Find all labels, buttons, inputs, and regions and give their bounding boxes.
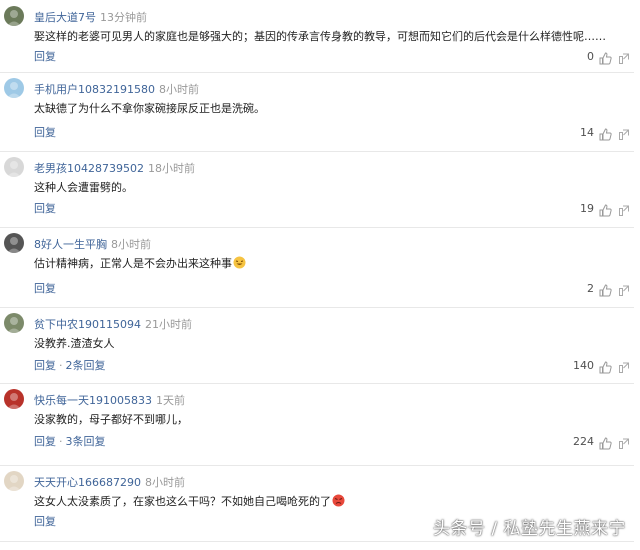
- comment-text: 估计精神病，正常人是不会办出来这种事: [34, 256, 246, 272]
- reply-button[interactable]: 回复: [34, 435, 56, 448]
- laughing-emoji-icon: [233, 256, 246, 269]
- avatar[interactable]: [4, 6, 24, 26]
- timestamp: 13分钟前: [100, 11, 147, 24]
- thumbs-up-icon[interactable]: [599, 202, 612, 217]
- comment-item: 8好人一生平胸 8小时前估计精神病，正常人是不会办出来这种事 回复 2: [0, 227, 634, 308]
- reply-button[interactable]: 回复: [34, 282, 56, 295]
- thumbs-up-icon[interactable]: [599, 282, 612, 297]
- comment-header: 8好人一生平胸 8小时前: [34, 233, 151, 253]
- comment-text-content: 娶这样的老婆可见男人的家庭也是够强大的；基因的传承言传身教的教导，可想而知它们的…: [34, 30, 606, 43]
- reply-button[interactable]: 回复: [34, 126, 56, 139]
- comment-text: 没教养.渣渣女人: [34, 336, 115, 352]
- timestamp: 8小时前: [145, 476, 185, 489]
- username-link[interactable]: 贫下中农190115094: [34, 318, 141, 331]
- timestamp: 21小时前: [145, 318, 192, 331]
- watermark: 头条号 / 私塾先生燕来宁: [432, 519, 626, 539]
- comment-actions: 回复 · 3条回复: [34, 434, 106, 450]
- avatar[interactable]: [4, 389, 24, 409]
- comment-actions: 回复: [34, 201, 56, 217]
- username-link[interactable]: 快乐每一天191005833: [34, 394, 152, 407]
- comment-text-content: 这种人会遭雷劈的。: [34, 181, 133, 194]
- reply-button[interactable]: 回复: [34, 515, 56, 528]
- comment-item: 手机用户10832191580 8小时前太缺德了为什么不拿你家碗接尿反正也是洗碗。…: [0, 72, 634, 152]
- reply-button[interactable]: 回复: [34, 50, 56, 63]
- timestamp: 8小时前: [111, 238, 151, 251]
- share-icon[interactable]: [618, 50, 630, 64]
- comment-item: 老男孩10428739502 18小时前这种人会遭雷劈的。 回复 19: [0, 151, 634, 228]
- avatar[interactable]: [4, 78, 24, 98]
- reply-button[interactable]: 回复: [34, 202, 56, 215]
- like-count: 140: [573, 359, 594, 372]
- avatar[interactable]: [4, 233, 24, 253]
- comment-header: 手机用户10832191580 8小时前: [34, 78, 199, 98]
- comment-header: 皇后大道7号 13分钟前: [34, 6, 147, 26]
- comment-item: 贫下中农190115094 21小时前没教养.渣渣女人 回复 · 2条回复 140: [0, 307, 634, 384]
- comment-text: 没家教的，母子都好不到哪儿，: [34, 412, 188, 428]
- avatar[interactable]: [4, 313, 24, 333]
- share-icon[interactable]: [618, 435, 630, 449]
- comment-actions: 回复: [34, 514, 56, 530]
- thumbs-up-icon[interactable]: [599, 126, 612, 141]
- username-link[interactable]: 手机用户10832191580: [34, 83, 155, 96]
- replies-count-link[interactable]: 2条回复: [66, 359, 106, 372]
- thumbs-up-icon[interactable]: [599, 435, 612, 450]
- share-icon[interactable]: [618, 282, 630, 296]
- like-count: 14: [580, 126, 594, 139]
- like-count: 0: [587, 50, 594, 63]
- thumbs-up-icon[interactable]: [599, 50, 612, 65]
- reply-button[interactable]: 回复: [34, 359, 56, 372]
- like-count: 224: [573, 435, 594, 448]
- avatar[interactable]: [4, 157, 24, 177]
- comment-header: 快乐每一天191005833 1天前: [34, 389, 185, 409]
- thumbs-up-icon[interactable]: [599, 359, 612, 374]
- share-icon[interactable]: [618, 202, 630, 216]
- comment-actions: 回复: [34, 125, 56, 141]
- username-link[interactable]: 天天开心166687290: [34, 476, 141, 489]
- share-icon[interactable]: [618, 126, 630, 140]
- comment-header: 贫下中农190115094 21小时前: [34, 313, 192, 333]
- comment-text: 娶这样的老婆可见男人的家庭也是够强大的；基因的传承言传身教的教导，可想而知它们的…: [34, 29, 606, 45]
- comment-text-content: 没家教的，母子都好不到哪儿，: [34, 413, 188, 426]
- comment-text-content: 这女人太没素质了，在家也这么干吗？不如她自己喝呛死的了: [34, 495, 331, 508]
- comment-header: 天天开心166687290 8小时前: [34, 471, 185, 491]
- avatar[interactable]: [4, 471, 24, 491]
- comment-text: 这种人会遭雷劈的。: [34, 180, 133, 196]
- separator: ·: [59, 435, 63, 448]
- username-link[interactable]: 老男孩10428739502: [34, 162, 144, 175]
- angry-emoji-icon: [332, 494, 345, 507]
- username-link[interactable]: 皇后大道7号: [34, 11, 96, 24]
- replies-count-link[interactable]: 3条回复: [66, 435, 106, 448]
- comment-actions: 回复 · 2条回复: [34, 358, 106, 374]
- timestamp: 1天前: [156, 394, 185, 407]
- timestamp: 18小时前: [147, 162, 195, 175]
- comment-text: 太缺德了为什么不拿你家碗接尿反正也是洗碗。: [34, 101, 265, 117]
- like-count: 2: [587, 282, 594, 295]
- comment-actions: 回复: [34, 49, 56, 65]
- comment-text-content: 没教养.渣渣女人: [34, 337, 115, 350]
- comment-actions: 回复: [34, 281, 56, 297]
- comment-text: 这女人太没素质了，在家也这么干吗？不如她自己喝呛死的了: [34, 494, 345, 510]
- timestamp: 8小时前: [158, 83, 199, 96]
- share-icon[interactable]: [618, 359, 630, 373]
- separator: ·: [59, 359, 63, 372]
- comment-item: 皇后大道7号 13分钟前娶这样的老婆可见男人的家庭也是够强大的；基因的传承言传身教…: [0, 0, 634, 73]
- username-link[interactable]: 8好人一生平胸: [34, 238, 107, 251]
- comment-text-content: 太缺德了为什么不拿你家碗接尿反正也是洗碗。: [34, 102, 265, 115]
- comment-item: 快乐每一天191005833 1天前没家教的，母子都好不到哪儿， 回复 · 3条回复 22…: [0, 383, 634, 466]
- comment-text-content: 估计精神病，正常人是不会办出来这种事: [34, 257, 232, 270]
- like-count: 19: [580, 202, 594, 215]
- comment-header: 老男孩10428739502 18小时前: [34, 157, 195, 177]
